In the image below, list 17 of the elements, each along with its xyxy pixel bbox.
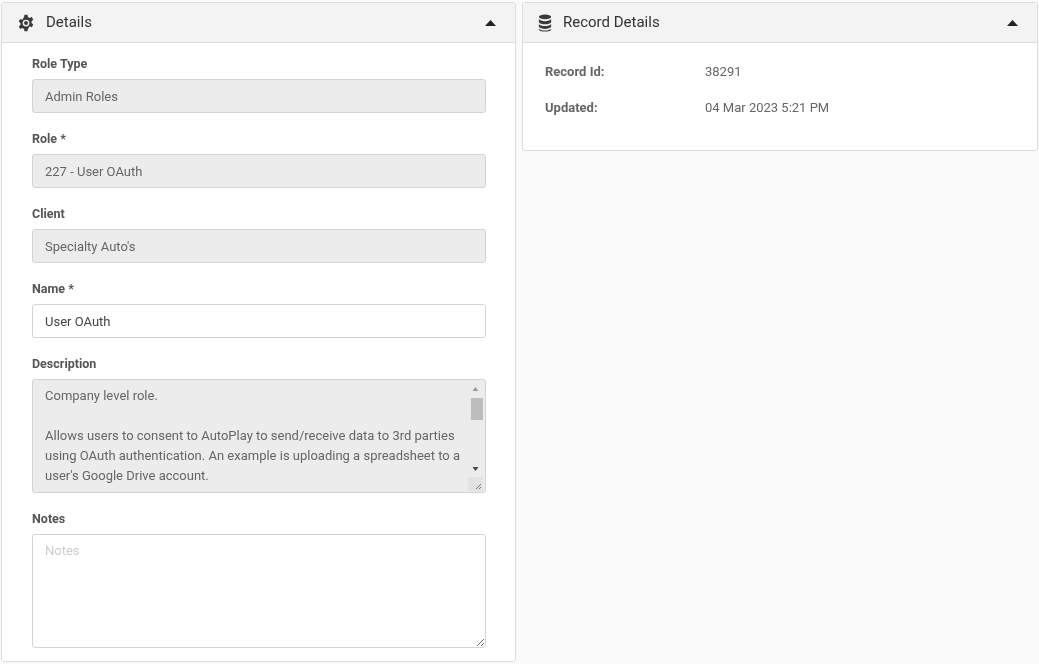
- field-label: Role *: [32, 130, 67, 147]
- record-label: Record Id:: [545, 63, 606, 81]
- panel-title: Details: [46, 12, 92, 34]
- panel-title: Record Details: [563, 12, 660, 34]
- field-label: Notes: [32, 510, 67, 527]
- gear-icon: [17, 13, 35, 32]
- record-value: 04 Mar 2023 5:21 PM: [705, 99, 830, 117]
- field-label: Role Type: [32, 55, 89, 72]
- field-label: Client: [32, 205, 66, 222]
- database-icon: [538, 13, 552, 32]
- record-value: 38291: [705, 63, 742, 81]
- text-field[interactable]: User OAuth: [32, 304, 486, 338]
- field-label: Name *: [32, 280, 75, 297]
- record-label: Updated:: [545, 99, 599, 117]
- collapse-icon[interactable]: [1007, 19, 1018, 26]
- field-label: Description: [32, 355, 98, 372]
- collapse-icon[interactable]: [485, 19, 496, 26]
